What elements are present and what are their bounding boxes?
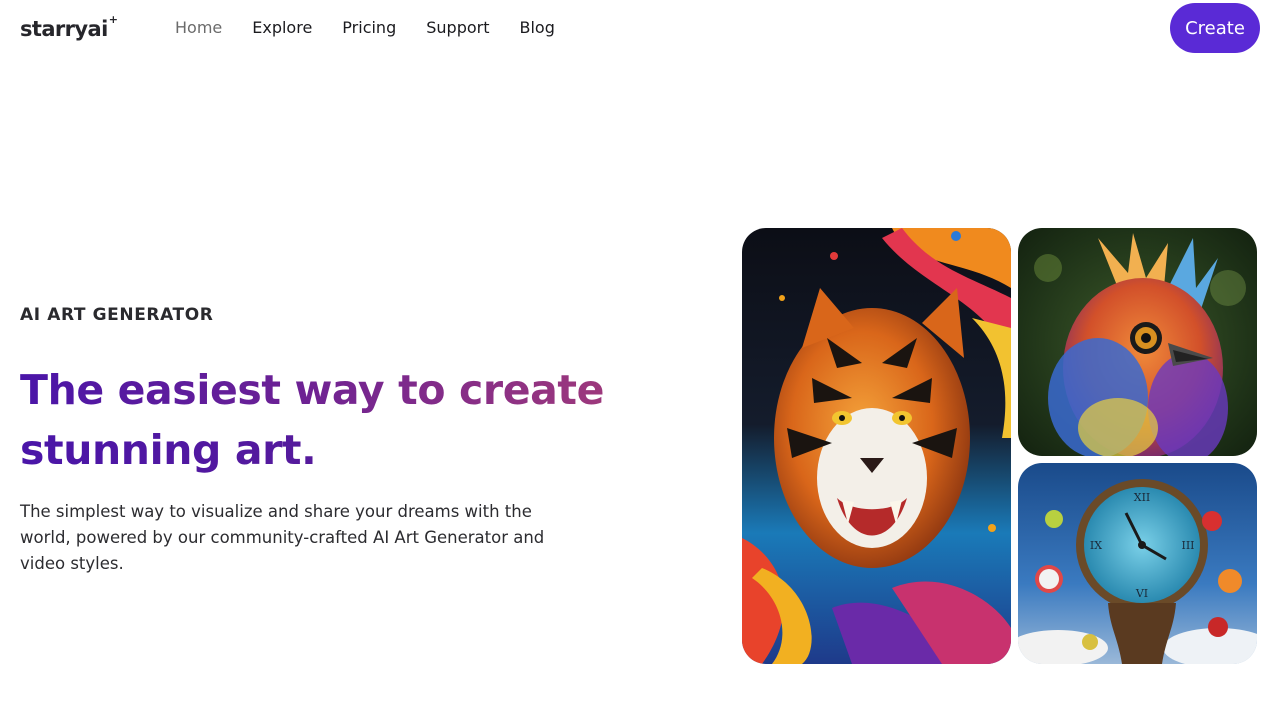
page: starryai + Home Explore Pricing Support … bbox=[0, 0, 1280, 720]
hero-headline: The easiest way to create stunning art. bbox=[20, 360, 630, 480]
top-navbar: starryai + Home Explore Pricing Support … bbox=[0, 0, 1280, 56]
svg-text:IX: IX bbox=[1090, 539, 1102, 552]
main-nav: Home Explore Pricing Support Blog bbox=[175, 17, 555, 39]
nav-support-link[interactable]: Support bbox=[426, 17, 489, 39]
melting-clock-surreal-image[interactable]: XII III VI IX bbox=[1018, 463, 1257, 664]
hero-description: The simplest way to visualize and share … bbox=[20, 502, 545, 573]
hero-headline-line-1: The easiest way to create bbox=[20, 360, 630, 420]
nav-pricing-link[interactable]: Pricing bbox=[342, 17, 396, 39]
tiger-paint-splash-image[interactable] bbox=[742, 228, 1011, 664]
svg-text:III: III bbox=[1181, 539, 1194, 552]
bird-artwork-svg bbox=[1018, 228, 1257, 456]
tiger-artwork-svg bbox=[742, 228, 1011, 664]
nav-explore-link[interactable]: Explore bbox=[252, 17, 312, 39]
colorful-owl-bird-image[interactable] bbox=[1018, 228, 1257, 456]
create-button[interactable]: Create bbox=[1170, 3, 1260, 53]
nav-blog-link[interactable]: Blog bbox=[519, 17, 554, 39]
nav-home-link[interactable]: Home bbox=[175, 17, 222, 39]
clock-artwork-svg: XII III VI IX bbox=[1018, 463, 1257, 664]
logo-sparkle-icon: + bbox=[108, 13, 118, 26]
hero-eyebrow: AI ART GENERATOR bbox=[20, 305, 214, 325]
logo-text: starryai bbox=[20, 17, 108, 41]
svg-text:VI: VI bbox=[1135, 587, 1148, 600]
starryai-logo[interactable]: starryai + bbox=[20, 13, 118, 42]
hero-headline-line-2: stunning art. bbox=[20, 420, 630, 480]
svg-text:XII: XII bbox=[1134, 491, 1151, 504]
